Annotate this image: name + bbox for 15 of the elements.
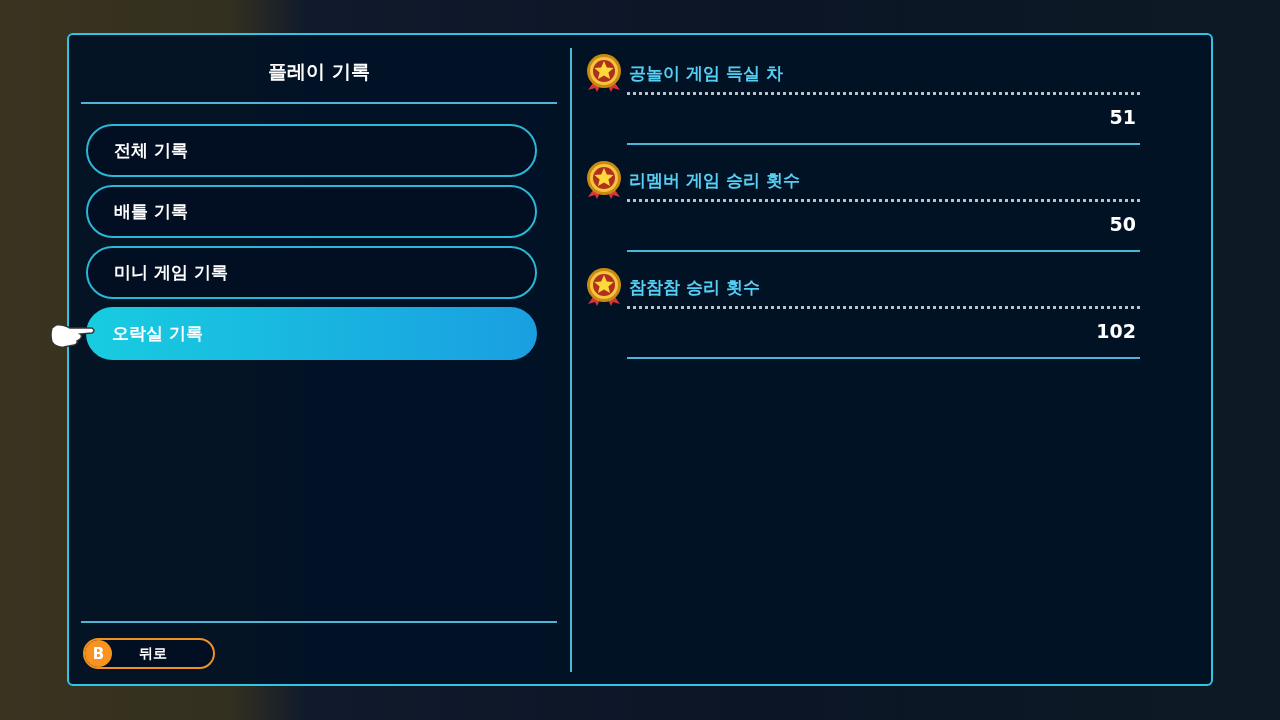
- star-medal-icon: [585, 53, 623, 93]
- back-button[interactable]: B 뒤로: [83, 638, 215, 669]
- menu-item[interactable]: 배틀 기록: [86, 185, 537, 238]
- record-title: 리멤버 게임 승리 횟수: [629, 168, 800, 192]
- record-value: 50: [1108, 212, 1137, 234]
- dialog-title: 플레이 기록: [267, 59, 371, 84]
- star-medal-icon: [585, 160, 623, 200]
- record-value: 102: [1095, 319, 1137, 341]
- record-title: 공놀이 게임 득실 차: [629, 61, 783, 85]
- record-title: 참참참 승리 횟수: [629, 275, 760, 299]
- key-hint: B: [85, 640, 112, 667]
- star-medal-icon: [585, 267, 623, 307]
- menu-item[interactable]: 미니 게임 기록: [86, 246, 537, 299]
- record-value: 51: [1108, 105, 1137, 127]
- menu-item[interactable]: 전체 기록: [86, 124, 537, 177]
